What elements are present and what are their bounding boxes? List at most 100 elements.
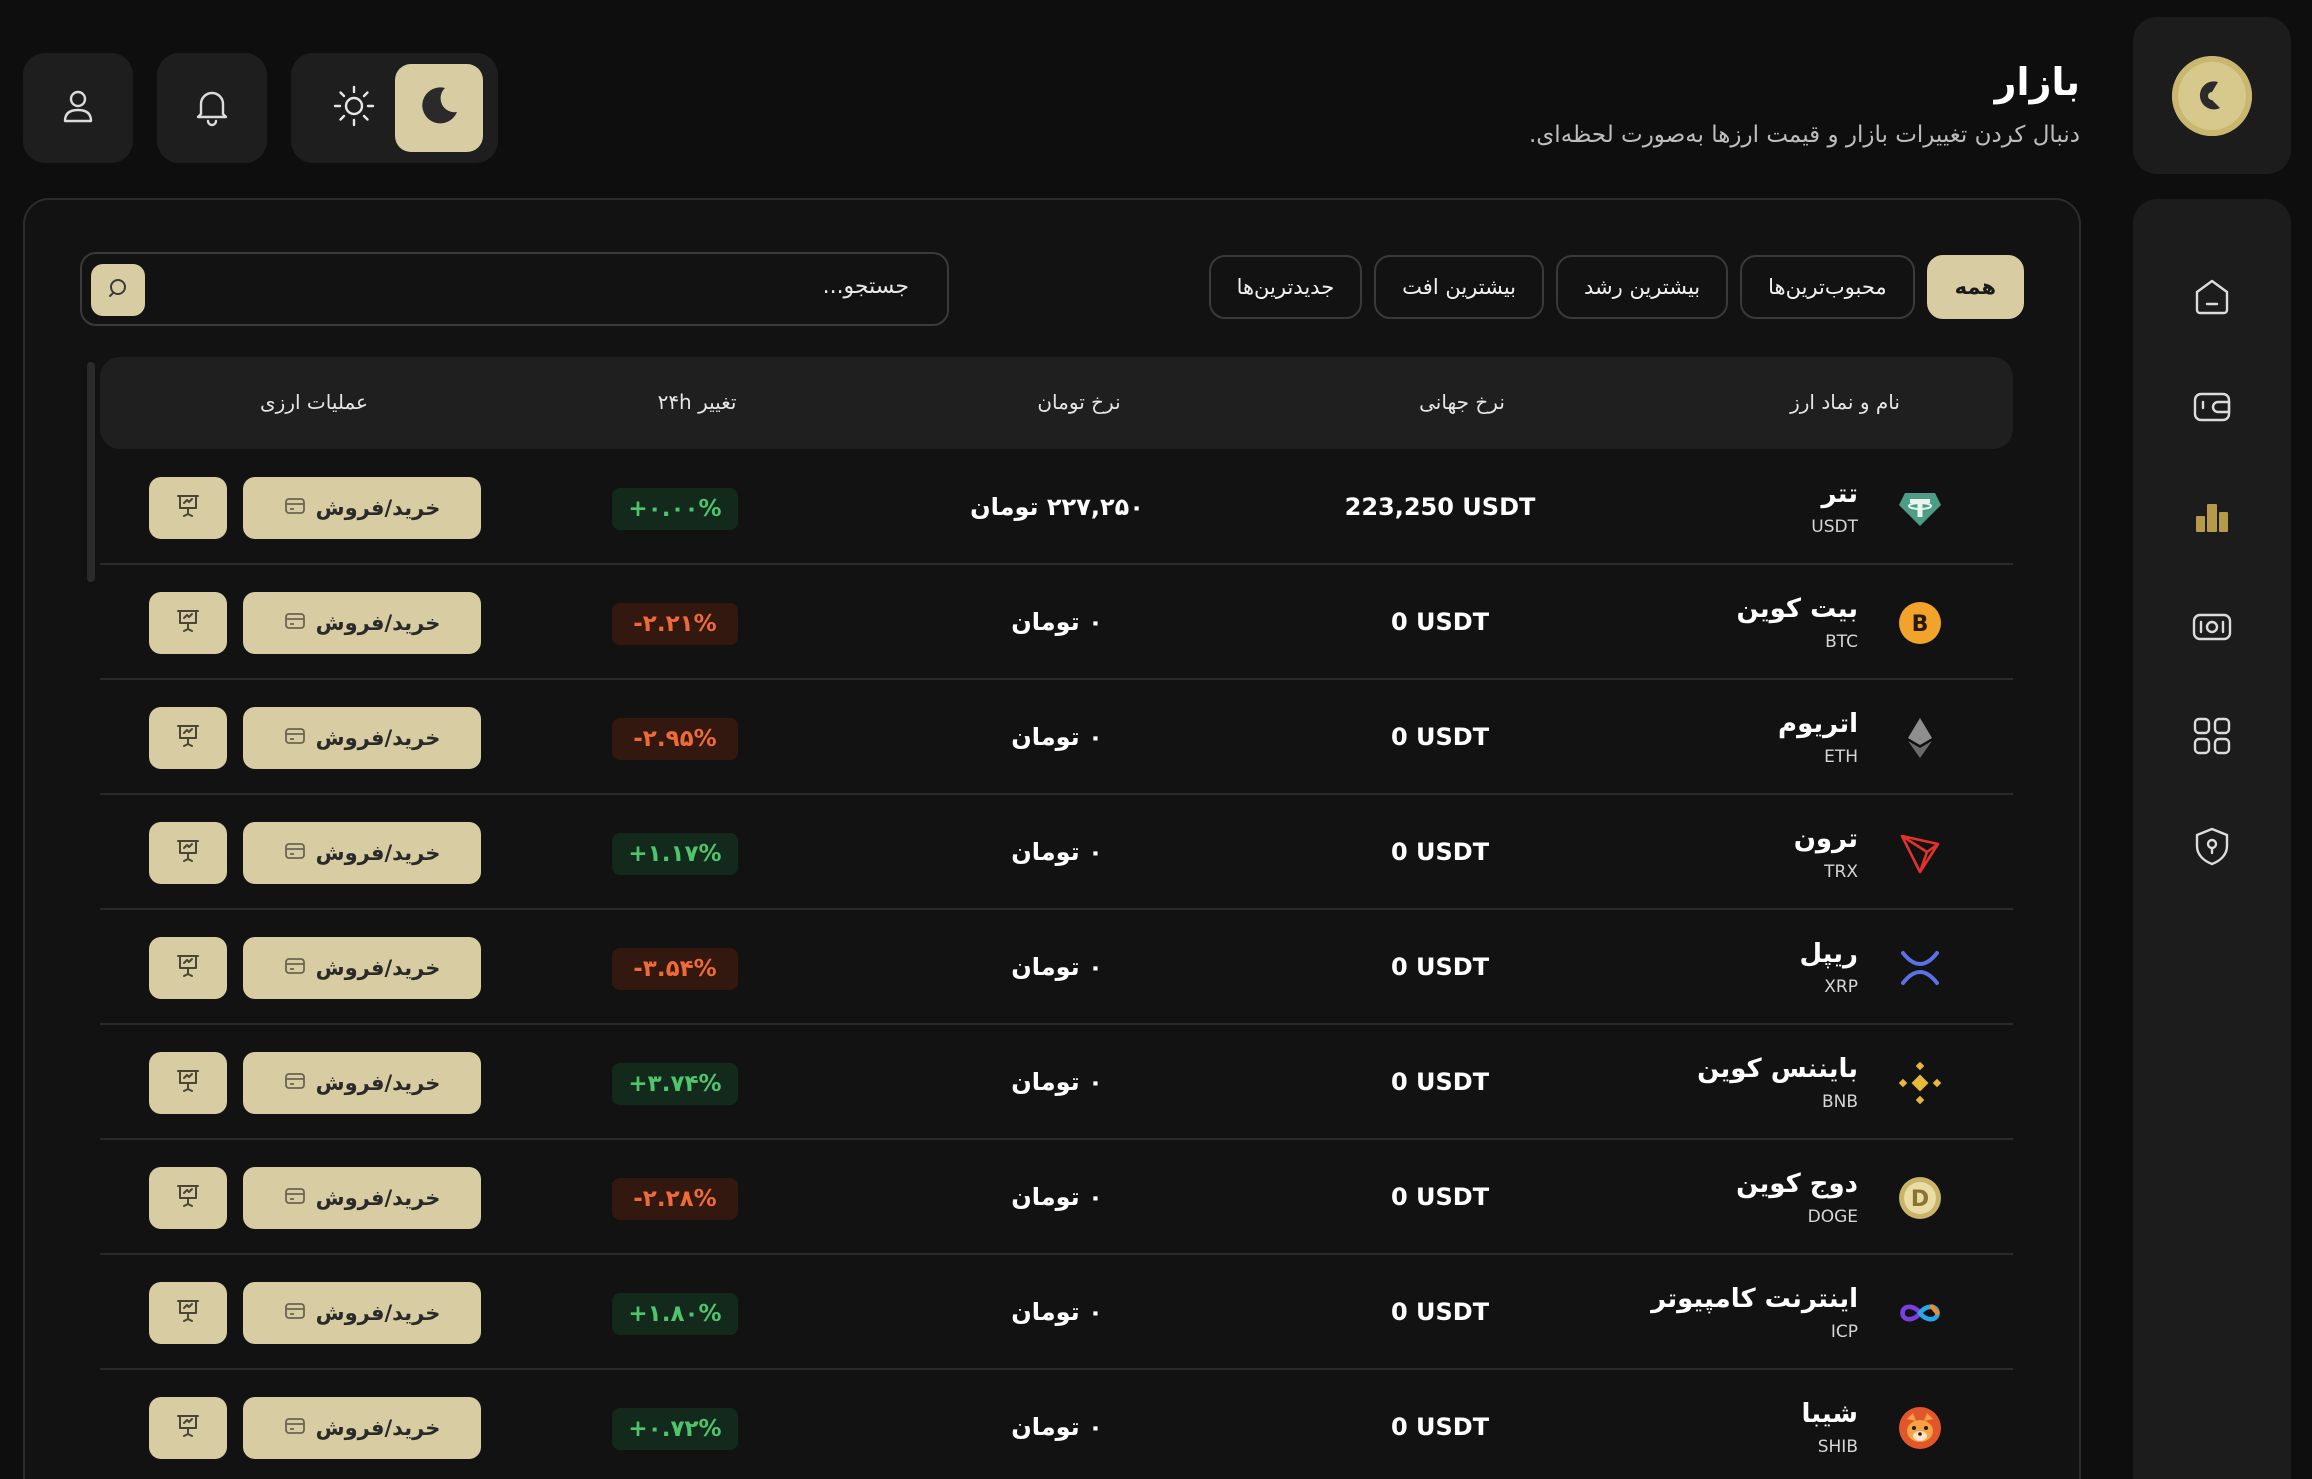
bell-icon bbox=[190, 84, 234, 132]
buy-sell-button[interactable]: خرید/فروش bbox=[243, 592, 481, 654]
bnb-coin-icon bbox=[1897, 1060, 1943, 1106]
buy-sell-label: خرید/فروش bbox=[315, 1301, 441, 1325]
table-row[interactable]: ترون TRX 0 USDT ۰ تومان +۱.۱۷% خرید/فروش bbox=[100, 796, 2013, 910]
change-badge: +۳.۷۴% bbox=[612, 1063, 738, 1105]
price-alert-button[interactable] bbox=[149, 1167, 227, 1229]
filter-top-losers[interactable]: بیشترین افت bbox=[1374, 255, 1545, 319]
buy-sell-button[interactable]: خرید/فروش bbox=[243, 822, 481, 884]
svg-text:D: D bbox=[1911, 1187, 1929, 1212]
table-row[interactable]: اینترنت کامپیوتر ICP 0 USDT ۰ تومان +۱.۸۰% خر… bbox=[100, 1256, 2013, 1370]
global-rate: 0 USDT bbox=[1390, 953, 1490, 981]
shield-icon[interactable] bbox=[2187, 821, 2237, 871]
coin-name: ریپل bbox=[1799, 939, 1858, 969]
coin-name: تتر bbox=[1821, 479, 1858, 509]
trx-coin-icon bbox=[1897, 830, 1943, 876]
global-rate: 0 USDT bbox=[1390, 723, 1490, 751]
chart-board-icon bbox=[173, 1411, 203, 1445]
table-row[interactable]: بایننس کوین BNB 0 USDT ۰ تومان +۳.۷۴% خرید/فر… bbox=[100, 1026, 2013, 1140]
shib-coin-icon bbox=[1897, 1405, 1943, 1451]
search-button[interactable] bbox=[91, 264, 145, 316]
light-mode-button[interactable] bbox=[311, 65, 397, 151]
column-actions: عملیات ارزی bbox=[260, 390, 368, 414]
buy-sell-button[interactable]: خرید/فروش bbox=[243, 1052, 481, 1114]
page-title: بازار bbox=[1994, 60, 2080, 104]
search-placeholder: جستجو... bbox=[822, 274, 909, 299]
search-input[interactable]: جستجو... bbox=[80, 252, 949, 326]
coin-name: دوج کوین bbox=[1736, 1169, 1858, 1199]
dark-mode-button[interactable] bbox=[395, 64, 483, 152]
wallet-icon[interactable] bbox=[2187, 381, 2237, 431]
table-row[interactable]: اتریوم ETH 0 USDT ۰ تومان -۲.۹۵% خرید/فروش bbox=[100, 681, 2013, 795]
profile-button[interactable] bbox=[23, 53, 133, 163]
buy-sell-button[interactable]: خرید/فروش bbox=[243, 1282, 481, 1344]
column-global-rate: نرخ جهانی bbox=[1419, 390, 1505, 414]
card-icon bbox=[284, 725, 306, 752]
card-icon bbox=[284, 1070, 306, 1097]
column-name: نام و نماد ارز bbox=[1790, 390, 1900, 414]
chart-board-icon bbox=[173, 491, 203, 525]
coin-name: ترون bbox=[1793, 824, 1858, 854]
table-row[interactable]: B بیت کوین BTC 0 USDT ۰ تومان -۲.۲۱% خرید/فروش bbox=[100, 566, 2013, 680]
chart-icon[interactable] bbox=[2187, 491, 2237, 541]
money-icon[interactable] bbox=[2187, 601, 2237, 651]
table-row[interactable]: شیبا SHIB 0 USDT ۰ تومان +۰.۷۲% خرید/فروش bbox=[100, 1371, 2013, 1479]
column-toman-rate: نرخ تومان bbox=[1037, 390, 1121, 414]
buy-sell-button[interactable]: خرید/فروش bbox=[243, 1167, 481, 1229]
chart-board-icon bbox=[173, 1181, 203, 1215]
scrollbar[interactable] bbox=[87, 362, 95, 582]
price-alert-button[interactable] bbox=[149, 1282, 227, 1344]
sidebar bbox=[2133, 199, 2291, 1479]
change-badge: +۰.۰۰% bbox=[612, 488, 738, 530]
card-icon bbox=[284, 955, 306, 982]
buy-sell-button[interactable]: خرید/فروش bbox=[243, 477, 481, 539]
filter-newest[interactable]: جدیدترین‌ها bbox=[1208, 255, 1363, 319]
toman-rate: ۰ تومان bbox=[1011, 838, 1103, 866]
change-badge: -۲.۲۸% bbox=[612, 1178, 738, 1220]
price-alert-button[interactable] bbox=[149, 937, 227, 999]
chart-board-icon bbox=[173, 721, 203, 755]
eth-coin-icon bbox=[1897, 715, 1943, 761]
price-alert-button[interactable] bbox=[149, 822, 227, 884]
price-alert-button[interactable] bbox=[149, 1052, 227, 1114]
moon-icon bbox=[415, 82, 463, 134]
chart-board-icon bbox=[173, 1066, 203, 1100]
buy-sell-button[interactable]: خرید/فروش bbox=[243, 1397, 481, 1459]
theme-toggle[interactable] bbox=[291, 53, 498, 163]
change-badge: -۳.۵۴% bbox=[612, 948, 738, 990]
price-alert-button[interactable] bbox=[149, 1397, 227, 1459]
grid-icon[interactable] bbox=[2187, 711, 2237, 761]
coin-name: بایننس کوین bbox=[1697, 1054, 1858, 1084]
coin-symbol: TRX bbox=[1824, 862, 1858, 882]
global-rate: 0 USDT bbox=[1390, 608, 1490, 636]
brand-logo[interactable] bbox=[2133, 17, 2291, 174]
filter-top-gainers[interactable]: بیشترین رشد bbox=[1556, 255, 1729, 319]
card-icon bbox=[284, 1185, 306, 1212]
price-alert-button[interactable] bbox=[149, 592, 227, 654]
toman-rate: ۰ تومان bbox=[1011, 1068, 1103, 1096]
coin-symbol: XRP bbox=[1824, 977, 1858, 997]
price-alert-button[interactable] bbox=[149, 477, 227, 539]
table-row[interactable]: D دوج کوین DOGE 0 USDT ۰ تومان -۲.۲۸% خرید/فرو… bbox=[100, 1141, 2013, 1255]
user-icon bbox=[56, 84, 100, 132]
buy-sell-label: خرید/فروش bbox=[315, 496, 441, 520]
card-icon bbox=[284, 1300, 306, 1327]
card-icon bbox=[284, 1415, 306, 1442]
price-alert-button[interactable] bbox=[149, 707, 227, 769]
filter-all[interactable]: همه bbox=[1926, 255, 2024, 319]
chart-board-icon bbox=[173, 1296, 203, 1330]
filter-popular[interactable]: محبوب‌ترین‌ها bbox=[1740, 255, 1915, 319]
chart-board-icon bbox=[173, 836, 203, 870]
global-rate: 223,250 USDT bbox=[1344, 493, 1536, 521]
buy-sell-label: خرید/فروش bbox=[315, 841, 441, 865]
change-badge: -۲.۹۵% bbox=[612, 718, 738, 760]
buy-sell-button[interactable]: خرید/فروش bbox=[243, 937, 481, 999]
global-rate: 0 USDT bbox=[1390, 1183, 1490, 1211]
notification-button[interactable] bbox=[157, 53, 267, 163]
logo-icon bbox=[2172, 55, 2252, 136]
home-icon[interactable] bbox=[2187, 271, 2237, 321]
table-row[interactable]: تتر USDT 223,250 USDT ۲۲۷,۲۵۰ تومان +۰.۰۰% خر… bbox=[100, 451, 2013, 565]
doge-coin-icon: D bbox=[1897, 1175, 1943, 1221]
buy-sell-button[interactable]: خرید/فروش bbox=[243, 707, 481, 769]
table-row[interactable]: ریپل XRP 0 USDT ۰ تومان -۳.۵۴% خرید/فروش bbox=[100, 911, 2013, 1025]
coin-symbol: ETH bbox=[1824, 747, 1858, 767]
